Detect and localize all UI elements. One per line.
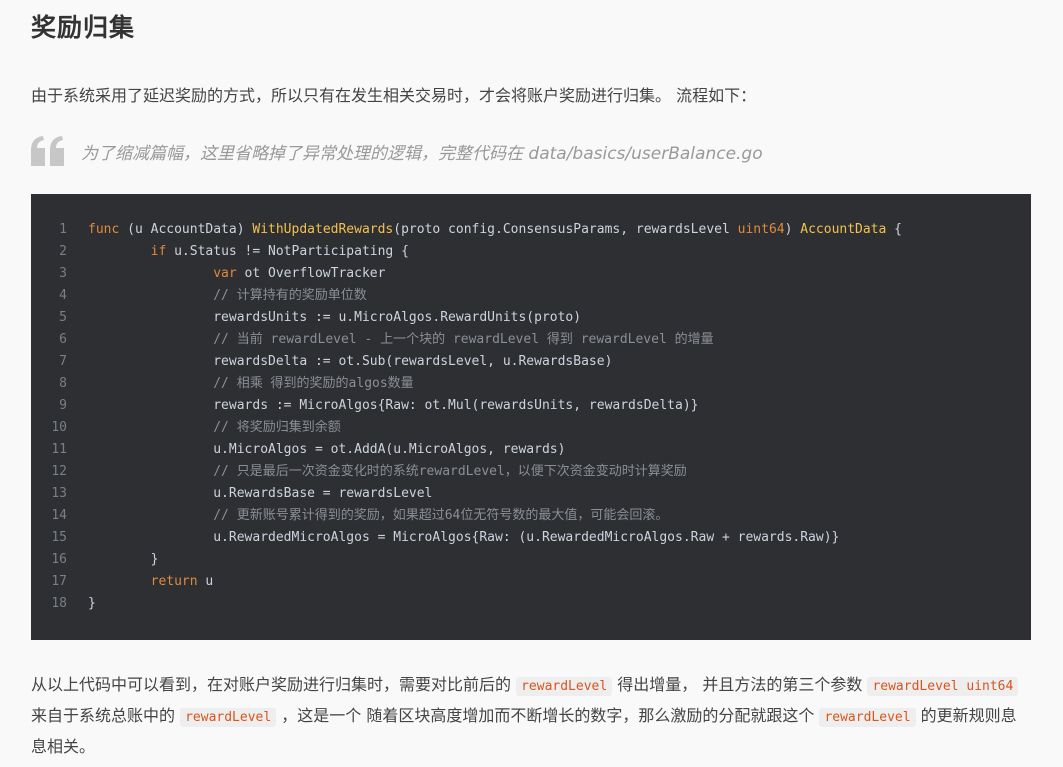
code-token: // 当前 rewardLevel - 上一个块的 rewardLevel 得到… — [213, 332, 714, 347]
code-line: 3 var ot OverflowTracker — [31, 263, 1031, 285]
code-block: 1 func (u AccountData) WithUpdatedRewards… — [31, 194, 1031, 640]
line-number: 17 — [51, 574, 67, 589]
code-text: func (u AccountData) WithUpdatedRewards(… — [88, 219, 902, 241]
code-line: 2 if u.Status != NotParticipating { — [31, 241, 1031, 263]
line-number: 10 — [51, 420, 67, 435]
code-line: 17 return u — [31, 571, 1031, 593]
code-token: // 计算持有的奖励单位数 — [213, 288, 367, 303]
section-heading: 奖励归集 — [31, 13, 136, 42]
line-number: 13 — [51, 486, 67, 501]
code-line: 5 rewardsUnits := u.MicroAlgos.RewardUni… — [31, 307, 1031, 329]
line-number: 6 — [59, 332, 67, 347]
quote-icon — [31, 136, 64, 166]
explanation-paragraph: 从以上代码中可以看到，在对账户奖励进行归集时，需要对比前后的 rewardLev… — [31, 670, 1031, 761]
code-text: return u — [88, 571, 214, 593]
code-text: u.RewardedMicroAlgos = MicroAlgos{Raw: (… — [88, 527, 839, 549]
code-text: // 只是最后一次资金变化时的系统rewardLevel，以便下次资金变动时计算… — [88, 461, 687, 483]
code-line: 12 // 只是最后一次资金变化时的系统rewardLevel，以便下次资金变动… — [31, 461, 1031, 483]
code-token: func — [88, 222, 120, 237]
code-line: 4 // 计算持有的奖励单位数 — [31, 285, 1031, 307]
code-token: } — [88, 596, 96, 611]
code-text: } — [88, 593, 96, 615]
code-text: rewardsUnits := u.MicroAlgos.RewardUnits… — [88, 307, 581, 329]
code-token: rewardsDelta := ot.Sub(rewardsLevel, u.R… — [213, 354, 613, 369]
code-line: 18} — [31, 593, 1031, 615]
code-text: if u.Status != NotParticipating { — [88, 241, 409, 263]
blockquote: 为了缩减篇幅，这里省略掉了异常处理的逻辑，完整代码在 data/basics/u… — [31, 134, 763, 168]
inline-code: rewardLevel — [516, 677, 613, 696]
line-number: 9 — [59, 398, 67, 413]
code-token: u.RewardedMicroAlgos = MicroAlgos{Raw: (… — [213, 530, 840, 545]
code-token: ot OverflowTracker — [236, 266, 386, 281]
line-number: 1 — [59, 222, 67, 237]
intro-paragraph: 由于系统采用了延迟奖励的方式，所以只有在发生相关交易时，才会将账户奖励进行归集。… — [31, 86, 757, 105]
code-token: // 将奖励归集到余额 — [213, 420, 341, 435]
code-token: rewardsUnits := u.MicroAlgos.RewardUnits… — [213, 310, 582, 325]
line-number: 18 — [51, 596, 67, 611]
code-text: // 当前 rewardLevel - 上一个块的 rewardLevel 得到… — [88, 329, 714, 351]
code-line: 9 rewards := MicroAlgos{Raw: ot.Mul(rewa… — [31, 395, 1031, 417]
code-token: u.MicroAlgos = ot.AddA(u.MicroAlgos, rew… — [213, 442, 566, 457]
paragraph-text: 得出增量， 并且方法的第三个参数 — [612, 675, 868, 694]
line-number: 15 — [51, 530, 67, 545]
code-token: u.RewardsBase = rewardsLevel — [213, 486, 433, 501]
paragraph-text: ，这是一个 随着区块高度增加而不断增长的数字，那么激励的分配就跟这个 — [276, 706, 820, 725]
code-token: u — [197, 574, 214, 589]
code-token: // 只是最后一次资金变化时的系统rewardLevel，以便下次资金变动时计算… — [213, 464, 687, 479]
code-token: (proto config.ConsensusParams, rewardsLe… — [393, 222, 738, 237]
code-token: u.Status != NotParticipating { — [166, 244, 409, 259]
code-token: if — [150, 244, 167, 259]
inline-code: rewardLevel — [180, 708, 277, 727]
code-text: var ot OverflowTracker — [88, 263, 385, 285]
code-token: } — [150, 552, 159, 567]
code-text: rewardsDelta := ot.Sub(rewardsLevel, u.R… — [88, 351, 612, 373]
code-line: 13 u.RewardsBase = rewardsLevel — [31, 483, 1031, 505]
code-line: 7 rewardsDelta := ot.Sub(rewardsLevel, u… — [31, 351, 1031, 373]
code-line: 15 u.RewardedMicroAlgos = MicroAlgos{Raw… — [31, 527, 1031, 549]
code-token: var — [213, 266, 237, 281]
code-token: { — [886, 222, 903, 237]
line-number: 16 — [51, 552, 67, 567]
code-text: // 将奖励归集到余额 — [88, 417, 341, 439]
paragraph-text: 从以上代码中可以看到，在对账户奖励进行归集时，需要对比前后的 — [31, 675, 517, 694]
line-number: 4 — [59, 288, 67, 303]
code-token: uint64 — [737, 222, 785, 237]
code-token: (u AccountData) — [119, 222, 253, 237]
quote-text: 为了缩减篇幅，这里省略掉了异常处理的逻辑，完整代码在 data/basics/u… — [81, 143, 763, 164]
line-number: 14 — [51, 508, 67, 523]
code-token: // 更新账号累计得到的奖励，如果超过64位无符号数的最大值，可能会回滚。 — [213, 508, 669, 523]
code-line: 6 // 当前 rewardLevel - 上一个块的 rewardLevel … — [31, 329, 1031, 351]
code-line: 11 u.MicroAlgos = ot.AddA(u.MicroAlgos, … — [31, 439, 1031, 461]
code-token: // 相乘 得到的奖励的algos数量 — [213, 376, 414, 391]
code-line: 1 func (u AccountData) WithUpdatedRewards… — [31, 219, 1031, 241]
code-text: u.MicroAlgos = ot.AddA(u.MicroAlgos, rew… — [88, 439, 565, 461]
line-number: 12 — [51, 464, 67, 479]
code-token: AccountData — [800, 222, 887, 237]
article-page: 奖励归集 由于系统采用了延迟奖励的方式，所以只有在发生相关交易时，才会将账户奖励… — [0, 0, 1063, 767]
code-token: WithUpdatedRewards — [252, 222, 394, 237]
code-text: // 相乘 得到的奖励的algos数量 — [88, 373, 414, 395]
line-number: 2 — [59, 244, 67, 259]
code-text: // 计算持有的奖励单位数 — [88, 285, 367, 307]
code-text: } — [88, 549, 159, 571]
line-number: 11 — [51, 442, 67, 457]
code-token: rewards := MicroAlgos{Raw: ot.Mul(reward… — [213, 398, 699, 413]
code-text: u.RewardsBase = rewardsLevel — [88, 483, 432, 505]
code-line: 8 // 相乘 得到的奖励的algos数量 — [31, 373, 1031, 395]
code-text: // 更新账号累计得到的奖励，如果超过64位无符号数的最大值，可能会回滚。 — [88, 505, 668, 527]
code-line: 10 // 将奖励归集到余额 — [31, 417, 1031, 439]
inline-code: rewardLevel uint64 — [867, 677, 1019, 696]
line-number: 7 — [59, 354, 67, 369]
line-number: 3 — [59, 266, 67, 281]
code-line: 14 // 更新账号累计得到的奖励，如果超过64位无符号数的最大值，可能会回滚。 — [31, 505, 1031, 527]
code-text: rewards := MicroAlgos{Raw: ot.Mul(reward… — [88, 395, 699, 417]
line-number: 8 — [59, 376, 67, 391]
code-token: return — [150, 574, 198, 589]
inline-code: rewardLevel — [819, 708, 916, 727]
code-token: ) — [784, 222, 801, 237]
paragraph-text: 来自于系统总账中的 — [31, 706, 181, 725]
code-line: 16 } — [31, 549, 1031, 571]
line-number: 5 — [59, 310, 67, 325]
